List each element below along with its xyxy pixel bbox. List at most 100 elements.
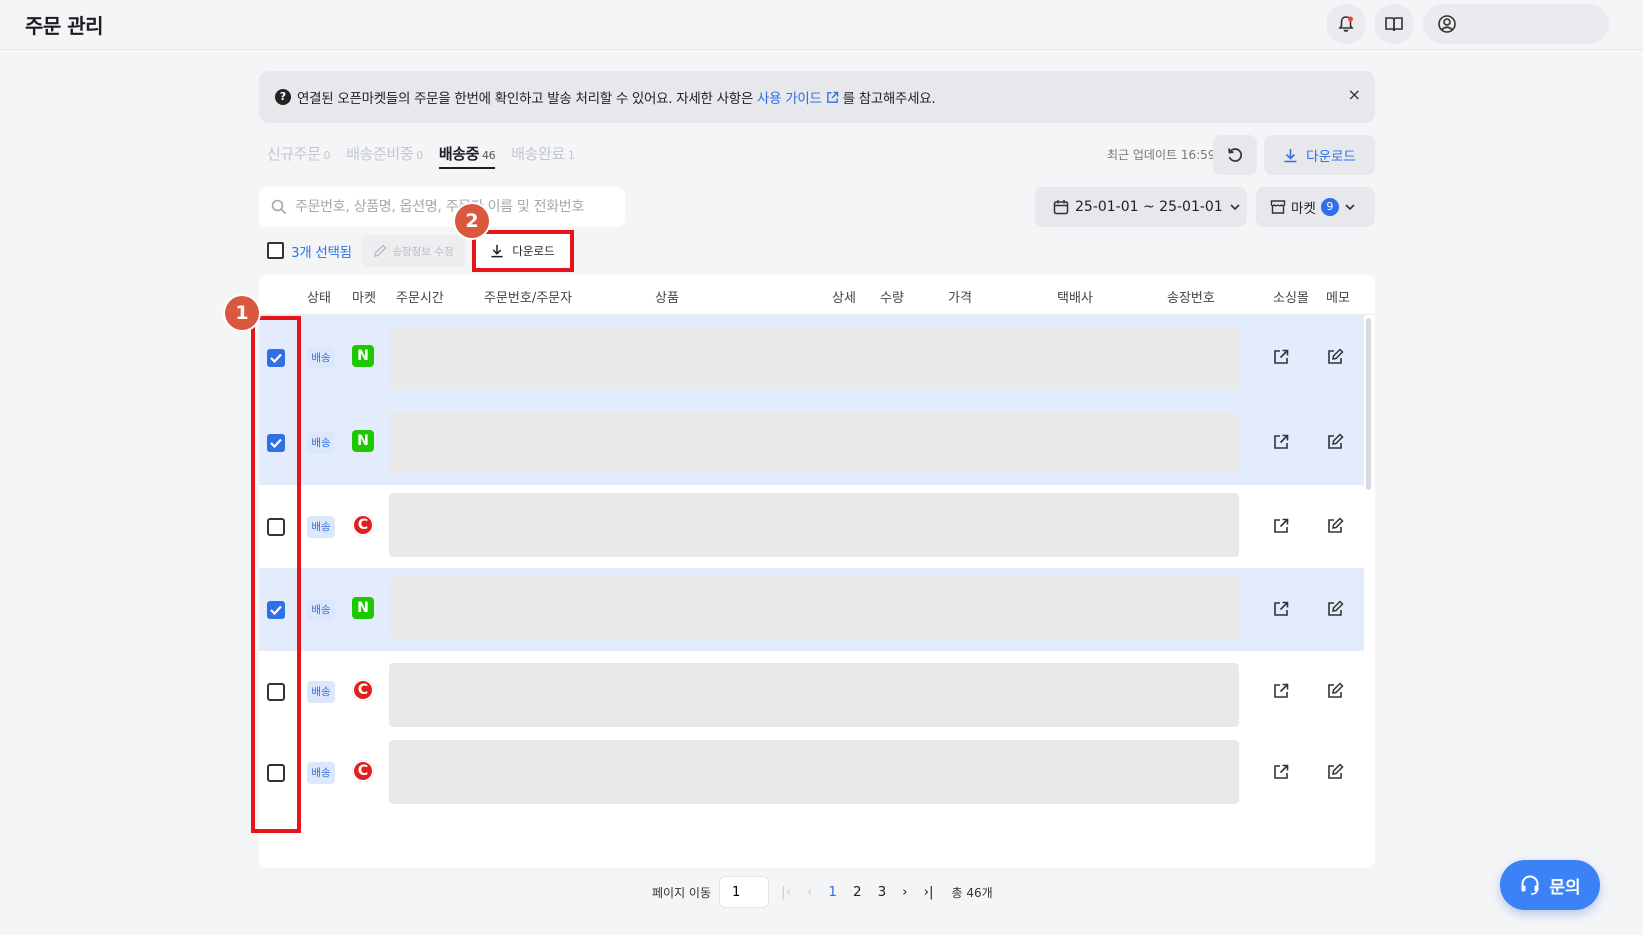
annotation-badge-2: 2 (455, 204, 489, 238)
search-icon (271, 199, 287, 215)
edit-icon (1328, 348, 1344, 364)
table-row[interactable]: 배송 N (259, 400, 1364, 485)
edit-memo-button[interactable] (1326, 600, 1346, 620)
column-header: 수량 (880, 291, 904, 306)
open-sourcing-mall-button[interactable] (1272, 763, 1292, 783)
user-circle-icon (1438, 15, 1456, 33)
table-scrollbar[interactable] (1366, 318, 1371, 490)
external-link-icon (1274, 349, 1289, 364)
table-row[interactable]: 배송 C (259, 732, 1364, 813)
external-link-icon (1274, 683, 1289, 698)
edit-icon (1328, 433, 1344, 449)
status-badge: 배송 (307, 599, 335, 621)
profile-menu[interactable] (1423, 4, 1609, 44)
order-detail-placeholder (389, 327, 1239, 389)
close-banner-button[interactable]: × (1348, 85, 1361, 104)
next-page-button[interactable]: › (898, 884, 911, 900)
edit-icon (1328, 682, 1344, 698)
external-link-icon (1274, 518, 1289, 533)
table-row[interactable]: 배송 N (259, 568, 1364, 651)
search-box (259, 187, 625, 227)
chevron-down-icon (1230, 204, 1240, 211)
external-link-icon (826, 91, 838, 103)
page-jump-input[interactable] (719, 876, 770, 908)
download-icon (1284, 148, 1297, 162)
column-header: 상품 (655, 291, 679, 306)
download-all-button[interactable]: 다운로드 (1264, 135, 1375, 175)
edit-memo-button[interactable] (1326, 517, 1346, 537)
open-sourcing-mall-button[interactable] (1272, 433, 1292, 453)
info-banner-text: 연결된 오픈마켓들의 주문을 한번에 확인하고 발송 처리할 수 있어요. 자세… (297, 91, 936, 107)
orders-table: 상태 마켓 주문시간 주문번호/주문자 상품 상세 수량 가격 택배사 송장번호… (259, 275, 1375, 868)
tab-new-orders[interactable]: 신규주문 0 (267, 143, 331, 164)
bell-icon (1338, 16, 1354, 32)
annotation-badge-1: 1 (225, 296, 259, 330)
refresh-icon (1228, 148, 1242, 162)
order-detail-placeholder (389, 493, 1239, 557)
edit-icon (1328, 763, 1344, 779)
chevron-down-icon (1345, 204, 1355, 211)
guide-link[interactable]: 사용 가이드 (757, 91, 843, 107)
edit-memo-button[interactable] (1326, 682, 1346, 702)
tab-preparing[interactable]: 배송준비중 0 (346, 143, 423, 164)
first-page-button[interactable]: |‹ (777, 884, 795, 900)
coupang-market-icon: C (352, 514, 374, 536)
coupang-market-icon: C (352, 679, 374, 701)
page-button[interactable]: 1 (824, 884, 841, 900)
page-title: 주문 관리 (25, 14, 104, 38)
open-sourcing-mall-button[interactable] (1272, 682, 1292, 702)
edit-memo-button[interactable] (1326, 348, 1346, 368)
column-header: 주문시간 (396, 291, 444, 306)
edit-icon (1328, 600, 1344, 616)
date-range-picker[interactable]: 25-01-01 ~ 25-01-01 (1035, 187, 1247, 227)
edit-invoice-button[interactable]: 송장정보 수정 (361, 235, 466, 267)
tab-delivered[interactable]: 배송완료 1 (511, 143, 575, 164)
status-badge: 배송 (307, 432, 335, 454)
column-header: 마켓 (352, 291, 376, 306)
edit-memo-button[interactable] (1326, 433, 1346, 453)
last-page-button[interactable]: ›| (920, 884, 938, 900)
book-icon (1385, 17, 1403, 32)
edit-icon (1328, 517, 1344, 533)
annotation-box-download (472, 230, 574, 272)
calendar-icon (1053, 200, 1069, 215)
store-icon (1270, 200, 1286, 214)
edit-memo-button[interactable] (1326, 763, 1346, 783)
market-filter-dropdown[interactable]: 마켓 9 (1256, 187, 1375, 227)
column-header: 송장번호 (1167, 291, 1215, 306)
order-detail-placeholder (389, 576, 1239, 640)
open-sourcing-mall-button[interactable] (1272, 600, 1292, 620)
open-sourcing-mall-button[interactable] (1272, 348, 1292, 368)
help-button[interactable]: 문의 (1500, 860, 1600, 910)
column-header: 택배사 (1057, 291, 1093, 306)
status-tabs: 신규주문 0 배송준비중 0 배송중 46 배송완료 1 (267, 143, 575, 169)
market-count-badge: 9 (1320, 198, 1339, 216)
question-icon: ? (275, 89, 291, 105)
status-badge: 배송 (307, 347, 335, 369)
status-badge: 배송 (307, 681, 335, 703)
page-jump-label: 페이지 이동 (652, 885, 712, 900)
order-detail-placeholder (389, 663, 1239, 727)
table-row[interactable]: 배송 C (259, 651, 1364, 732)
open-sourcing-mall-button[interactable] (1272, 517, 1292, 537)
select-all-checkbox[interactable] (267, 242, 284, 259)
page-button[interactable]: 2 (849, 884, 866, 900)
naver-market-icon: N (352, 345, 374, 367)
order-detail-placeholder (389, 740, 1239, 804)
total-count: 총 46개 (951, 885, 993, 900)
tab-shipping[interactable]: 배송중 46 (438, 143, 496, 169)
table-row[interactable]: 배송 N (259, 315, 1364, 400)
page-button[interactable]: 3 (874, 884, 891, 900)
external-link-icon (1274, 764, 1289, 779)
refresh-button[interactable] (1213, 135, 1257, 175)
guide-button[interactable] (1374, 4, 1414, 44)
order-detail-placeholder (389, 412, 1239, 474)
notification-button[interactable] (1326, 4, 1366, 44)
external-link-icon (1274, 601, 1289, 616)
annotation-box-checkboxes (251, 316, 301, 833)
naver-market-icon: N (352, 430, 374, 452)
table-row[interactable]: 배송 C (259, 485, 1364, 568)
pagination: 페이지 이동 |‹ ‹ 1 2 3 › ›| 총 46개 (652, 876, 993, 908)
table-header: 상태 마켓 주문시간 주문번호/주문자 상품 상세 수량 가격 택배사 송장번호… (259, 275, 1375, 315)
prev-page-button[interactable]: ‹ (803, 884, 816, 900)
